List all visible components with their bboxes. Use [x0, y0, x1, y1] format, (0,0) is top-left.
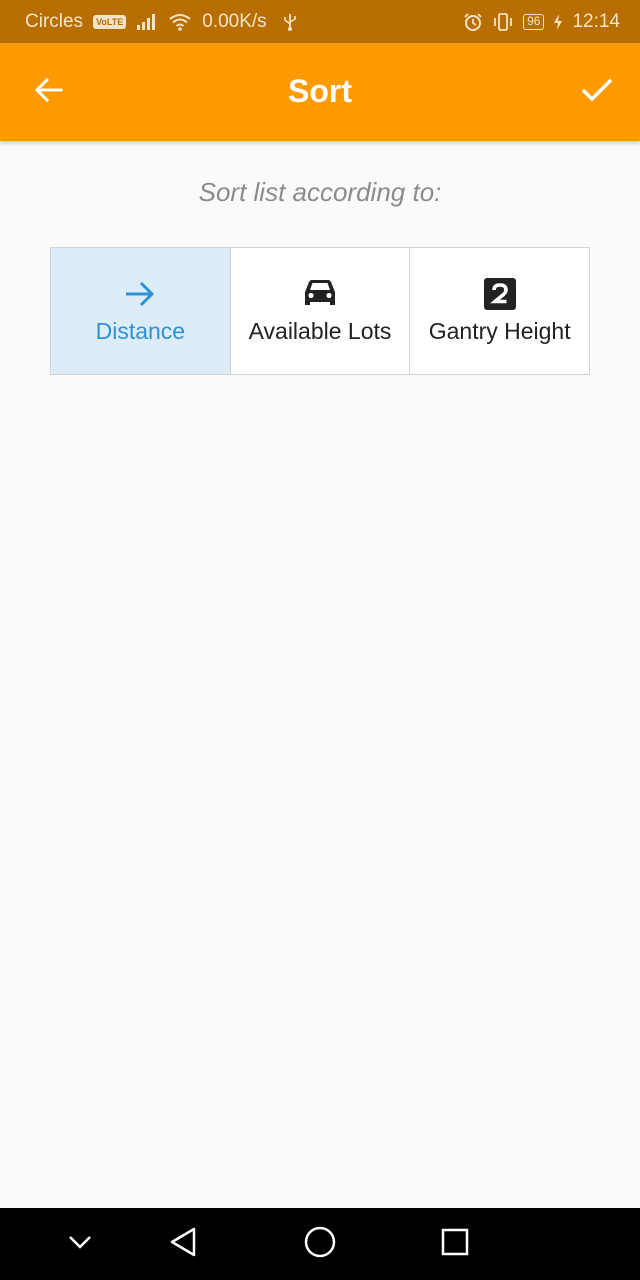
arrow-right-icon [123, 277, 157, 311]
alarm-icon [463, 12, 483, 32]
vibrate-icon [492, 12, 514, 32]
sort-option-label: Gantry Height [428, 318, 571, 344]
page-title: Sort [288, 73, 352, 109]
app-bar: Sort [0, 43, 640, 141]
battery-indicator: 96 [523, 13, 545, 30]
charging-icon [553, 13, 563, 31]
home-circle-icon [303, 1225, 337, 1264]
nav-home-button[interactable] [298, 1222, 342, 1266]
nav-recents-button[interactable] [433, 1222, 477, 1266]
clock: 12:14 [572, 10, 620, 32]
volte-badge: VoLTE [93, 14, 127, 29]
chevron-down-icon [66, 1228, 94, 1261]
sort-instructions: Sort list according to: [198, 177, 442, 207]
sort-option-label: Available Lots [248, 318, 392, 344]
nav-collapse-button[interactable] [58, 1222, 102, 1266]
sort-option-distance[interactable]: Distance [51, 248, 231, 374]
wifi-icon [168, 13, 192, 31]
carrier-name: Circles [25, 10, 84, 32]
net-speed: 0.00K/s [202, 10, 267, 32]
sort-option-available-lots[interactable]: Available Lots [231, 248, 411, 374]
check-icon [580, 73, 614, 112]
confirm-button[interactable] [572, 67, 622, 117]
sort-options: Distance Available Lots Gantry Height [50, 247, 590, 375]
number-2-icon [483, 277, 516, 311]
usb-icon [283, 12, 297, 32]
back-triangle-icon [168, 1226, 198, 1263]
sort-option-gantry-height[interactable]: Gantry Height [410, 248, 589, 374]
signal-icon [136, 13, 158, 31]
system-nav-bar [0, 1208, 640, 1280]
recents-square-icon [440, 1227, 470, 1262]
status-bar: Circles VoLTE 0.00K/s 96 12:14 [0, 0, 640, 43]
car-icon [303, 277, 337, 311]
nav-back-button[interactable] [161, 1222, 205, 1266]
sort-option-label: Distance [95, 318, 186, 344]
